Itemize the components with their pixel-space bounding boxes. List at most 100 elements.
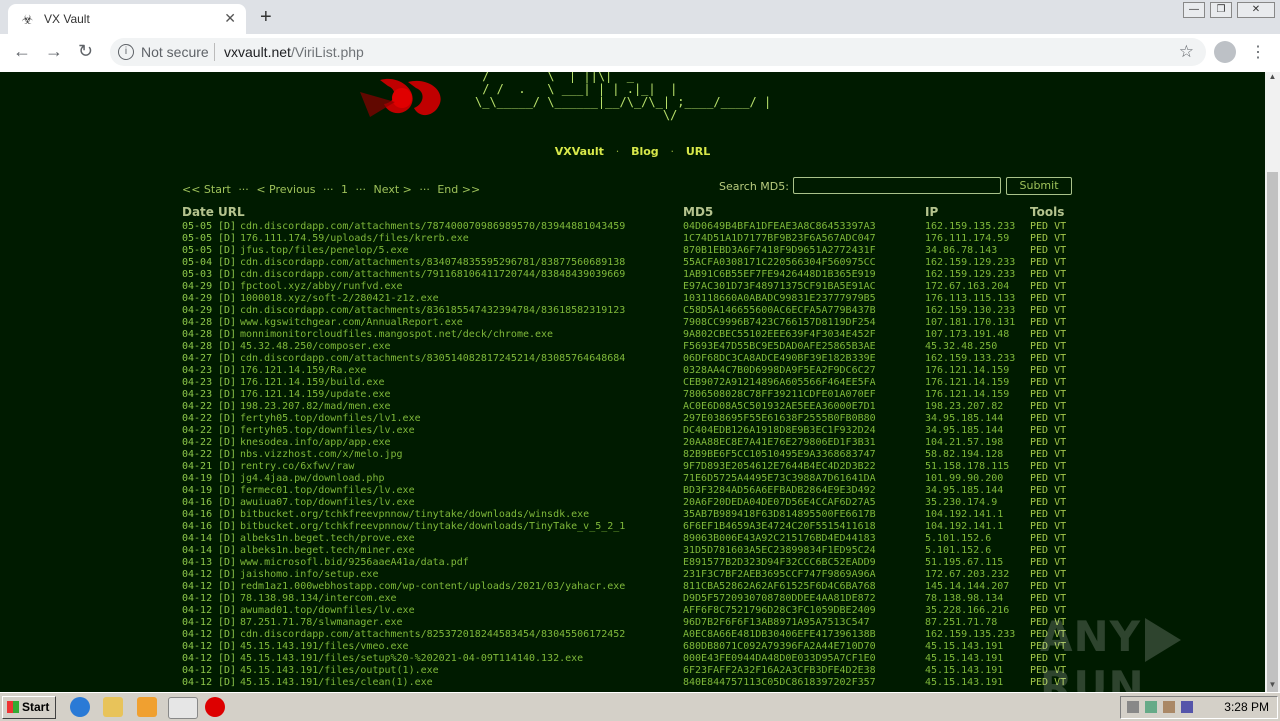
row-md5-link[interactable]: 04D0649B4BFA1DFEAE3A8C86453397A3: [683, 221, 876, 233]
row-ip-link[interactable]: 45.15.143.191: [925, 677, 1003, 689]
row-ip-link[interactable]: 45.15.143.191: [925, 653, 1003, 665]
antivirus-icon[interactable]: [205, 697, 225, 717]
minimize-window-button[interactable]: —: [1183, 2, 1205, 18]
row-md5-link[interactable]: BD3F3284AD56A6EFBADB2864E9E3D492: [683, 485, 876, 497]
row-download-link[interactable]: [D]: [218, 617, 236, 629]
row-download-link[interactable]: [D]: [218, 629, 236, 641]
row-tools-links[interactable]: PED VT: [1030, 233, 1066, 245]
row-ip-link[interactable]: 34.95.185.144: [925, 413, 1003, 425]
row-ip-link[interactable]: 176.111.174.59: [925, 233, 1009, 245]
row-md5-link[interactable]: 1AB91C6B55EF7FE9426448D1B365E919: [683, 269, 876, 281]
row-download-link[interactable]: [D]: [218, 425, 236, 437]
row-url-link[interactable]: cdn.discordapp.com/attachments/825372018…: [240, 629, 625, 641]
reload-button[interactable]: ↻: [78, 41, 93, 62]
row-ip-link[interactable]: 51.195.67.115: [925, 557, 1003, 569]
row-tools-links[interactable]: PED VT: [1030, 569, 1066, 581]
row-download-link[interactable]: [D]: [218, 341, 236, 353]
row-download-link[interactable]: [D]: [218, 473, 236, 485]
row-url-link[interactable]: bitbucket.org/tchkfreevpnnow/tinytake/do…: [240, 509, 589, 521]
row-md5-link[interactable]: 870B1EBD3A6F7418F9D9651A2772431F: [683, 245, 876, 257]
row-url-link[interactable]: 176.121.14.159/Ra.exe: [240, 365, 366, 377]
row-download-link[interactable]: [D]: [218, 353, 236, 365]
row-tools-links[interactable]: PED VT: [1030, 485, 1066, 497]
row-download-link[interactable]: [D]: [218, 653, 236, 665]
bookmark-star-icon[interactable]: ☆: [1179, 42, 1194, 62]
row-tools-links[interactable]: PED VT: [1030, 437, 1066, 449]
nav-vxvault-link[interactable]: VXVault: [555, 145, 604, 158]
row-url-link[interactable]: bitbucket.org/tchkfreevpnnow/tinytake/do…: [240, 521, 625, 533]
row-url-link[interactable]: 78.138.98.134/intercom.exe: [240, 593, 397, 605]
nav-blog-link[interactable]: Blog: [631, 145, 659, 158]
row-url-link[interactable]: cdn.discordapp.com/attachments/787400070…: [240, 221, 625, 233]
row-download-link[interactable]: [D]: [218, 281, 236, 293]
row-ip-link[interactable]: 162.159.135.233: [925, 629, 1015, 641]
row-md5-link[interactable]: 6F23FAFF2A32F16A2A3CFB3DFE4D2E38: [683, 665, 876, 677]
row-md5-link[interactable]: E891577B2D323D94F32CCC6BC52EADD9: [683, 557, 876, 569]
row-tools-links[interactable]: PED VT: [1030, 221, 1066, 233]
row-md5-link[interactable]: 680DB8071C092A79396FA2A44E710D70: [683, 641, 876, 653]
info-icon[interactable]: i: [118, 44, 134, 60]
row-md5-link[interactable]: D9D5F5720930708780DDEE4AA81DE872: [683, 593, 876, 605]
row-url-link[interactable]: 198.23.207.82/mad/men.exe: [240, 401, 391, 413]
row-download-link[interactable]: [D]: [218, 665, 236, 677]
row-url-link[interactable]: fpctool.xyz/abby/runfvd.exe: [240, 281, 403, 293]
row-md5-link[interactable]: 231F3C7BF2AEB3695CCF747F9869A96A: [683, 569, 876, 581]
row-tools-links[interactable]: PED VT: [1030, 341, 1066, 353]
row-download-link[interactable]: [D]: [218, 485, 236, 497]
row-download-link[interactable]: [D]: [218, 305, 236, 317]
row-ip-link[interactable]: 162.159.133.233: [925, 353, 1015, 365]
url-text[interactable]: vxvault.net/ViriList.php: [224, 44, 364, 60]
row-ip-link[interactable]: 45.15.143.191: [925, 665, 1003, 677]
row-ip-link[interactable]: 101.99.90.200: [925, 473, 1003, 485]
row-tools-links[interactable]: PED VT: [1030, 509, 1066, 521]
row-tools-links[interactable]: PED VT: [1030, 245, 1066, 257]
vertical-scrollbar[interactable]: ▲ ▼: [1265, 72, 1280, 697]
row-tools-links[interactable]: PED VT: [1030, 413, 1066, 425]
pager-end-link[interactable]: End >>: [437, 183, 480, 196]
browser-menu-icon[interactable]: ⋮: [1250, 42, 1266, 62]
row-url-link[interactable]: 45.15.143.191/files/clean(1).exe: [240, 677, 433, 689]
row-download-link[interactable]: [D]: [218, 509, 236, 521]
row-ip-link[interactable]: 104.192.141.1: [925, 509, 1003, 521]
row-tools-links[interactable]: PED VT: [1030, 365, 1066, 377]
tray-flag-icon[interactable]: [1163, 701, 1175, 713]
row-tools-links[interactable]: PED VT: [1030, 581, 1066, 593]
row-ip-link[interactable]: 145.14.144.207: [925, 581, 1009, 593]
row-download-link[interactable]: [D]: [218, 269, 236, 281]
row-ip-link[interactable]: 104.192.141.1: [925, 521, 1003, 533]
row-download-link[interactable]: [D]: [218, 605, 236, 617]
row-download-link[interactable]: [D]: [218, 545, 236, 557]
row-tools-links[interactable]: PED VT: [1030, 353, 1066, 365]
row-md5-link[interactable]: DC404EDB126A1918D8E9B3EC1F932D24: [683, 425, 876, 437]
row-download-link[interactable]: [D]: [218, 569, 236, 581]
row-md5-link[interactable]: 71E6D5725A4495E73C3988A7D61641DA: [683, 473, 876, 485]
row-url-link[interactable]: fermec01.top/downfiles/lv.exe: [240, 485, 415, 497]
row-md5-link[interactable]: 20A6F20DEDA04DE07D56E4CCAF6D27A5: [683, 497, 876, 509]
row-md5-link[interactable]: E97AC301D73F48971375CF91BA5E91AC: [683, 281, 876, 293]
row-tools-links[interactable]: PED VT: [1030, 557, 1066, 569]
row-url-link[interactable]: 87.251.71.78/slwmanager.exe: [240, 617, 403, 629]
row-url-link[interactable]: rentry.co/6xfwv/raw: [240, 461, 354, 473]
row-tools-links[interactable]: PED VT: [1030, 389, 1066, 401]
row-md5-link[interactable]: 840E844757113C05DC8618397202F357: [683, 677, 876, 689]
row-download-link[interactable]: [D]: [218, 497, 236, 509]
row-url-link[interactable]: 45.15.143.191/files/setup%20-%202021-04-…: [240, 653, 583, 665]
media-player-icon[interactable]: [137, 697, 157, 717]
row-tools-links[interactable]: PED VT: [1030, 593, 1066, 605]
row-url-link[interactable]: 45.15.143.191/files/output(1).exe: [240, 665, 439, 677]
row-ip-link[interactable]: 35.230.174.9: [925, 497, 997, 509]
row-url-link[interactable]: jaishomo.info/setup.exe: [240, 569, 378, 581]
row-download-link[interactable]: [D]: [218, 533, 236, 545]
row-download-link[interactable]: [D]: [218, 329, 236, 341]
row-md5-link[interactable]: 06DF68DC3CA8ADCE490BF39E182B339E: [683, 353, 876, 365]
pager-next-link[interactable]: Next >: [374, 183, 412, 196]
row-ip-link[interactable]: 176.121.14.159: [925, 365, 1009, 377]
row-url-link[interactable]: 176.121.14.159/build.exe: [240, 377, 385, 389]
file-explorer-icon[interactable]: [103, 697, 123, 717]
row-download-link[interactable]: [D]: [218, 377, 236, 389]
row-url-link[interactable]: fertyh05.top/downfiles/lv1.exe: [240, 413, 421, 425]
row-ip-link[interactable]: 34.95.185.144: [925, 485, 1003, 497]
row-md5-link[interactable]: 55ACFA0308171C220566304F560975CC: [683, 257, 876, 269]
row-download-link[interactable]: [D]: [218, 233, 236, 245]
tray-network-icon[interactable]: [1127, 701, 1139, 713]
